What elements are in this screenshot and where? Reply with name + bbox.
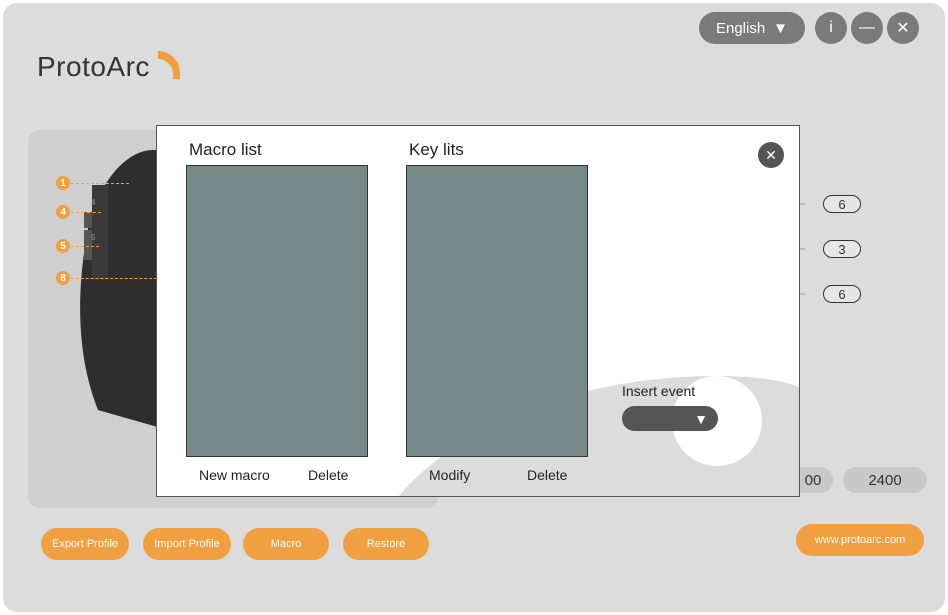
side-button-label-4: 4 [91,198,96,207]
button-marker-8[interactable]: 8 [56,271,70,285]
delete-macro-button[interactable]: Delete [308,467,348,483]
button-marker-1[interactable]: 1 [56,176,70,190]
caret-down-icon: ▼ [773,19,789,37]
protoarc-logo: ProtoArc [37,51,150,82]
dialog-close-button[interactable]: ✕ [758,142,784,168]
minimize-button[interactable]: — [851,12,883,44]
close-icon: ✕ [765,146,777,163]
button-marker-5[interactable]: 5 [56,239,70,253]
macro-list-title: Macro list [189,140,262,159]
info-icon: i [829,19,833,36]
close-button[interactable]: ✕ [887,12,919,44]
macro-dialog: Macro list Key lits New macro Delete Mod… [156,125,800,497]
button-marker-1-line [71,183,129,184]
insert-event-label: Insert event [622,383,696,399]
new-macro-button[interactable]: New macro [199,467,270,483]
key-list-box[interactable] [406,165,588,457]
logo-arc-icon [158,50,181,79]
side-button-label-5: 5 [91,233,96,242]
setting-value-2[interactable]: 3 [823,240,861,258]
insert-event-select[interactable]: ▼ [622,406,718,431]
info-button[interactable]: i [815,12,847,44]
modify-button[interactable]: Modify [429,467,470,483]
export-profile-button[interactable]: Export Profile [41,528,129,560]
button-marker-5-line [71,246,99,247]
minimize-icon: — [859,19,875,36]
mouse-image [80,150,168,430]
language-label: English [715,19,766,37]
button-marker-8-line [71,278,157,279]
setting-value-3[interactable]: 6 [823,285,861,303]
delete-key-button[interactable]: Delete [527,467,567,483]
macro-list-box[interactable] [186,165,368,457]
macro-button[interactable]: Macro [243,528,329,560]
language-select[interactable]: English ▼ [699,12,805,44]
import-profile-button[interactable]: Import Profile [143,528,231,560]
button-marker-4-line [71,212,101,213]
close-icon: ✕ [896,20,910,37]
triangle-down-icon: ▼ [694,410,708,427]
website-button[interactable]: www.protoarc.com [796,524,924,556]
setting-value-1[interactable]: 6 [823,195,861,213]
app-window: ProtoArc English ▼ i — ✕ 4 5 1 4 5 8 6 3… [3,3,945,612]
restore-button[interactable]: Restore [343,528,429,560]
dpi-option-2[interactable]: 2400 [843,467,927,493]
key-list-title: Key lits [409,140,464,159]
button-marker-4[interactable]: 4 [56,205,70,219]
